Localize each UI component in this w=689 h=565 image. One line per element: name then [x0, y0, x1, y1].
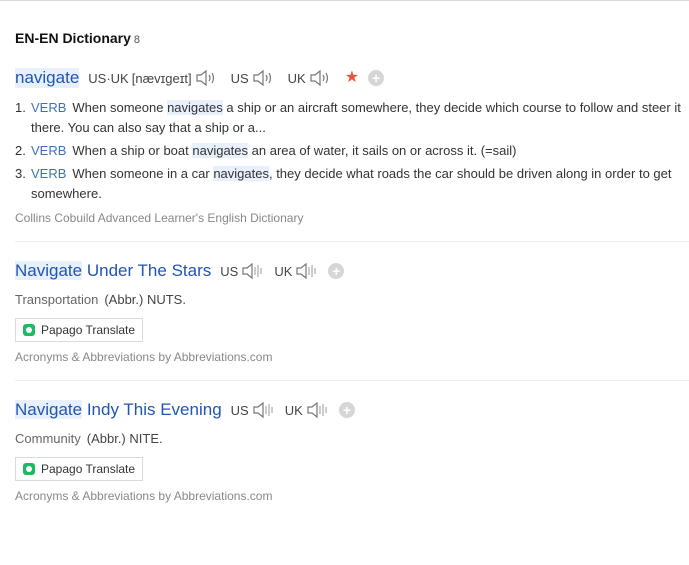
entry-navigate-indy-this-evening-header: Navigate Indy This Evening US UK +	[15, 400, 355, 420]
pronunciation-uk: UK	[285, 69, 333, 87]
headword-rest: Under The Stars	[82, 261, 212, 280]
sense-item: 3. VERB When someone in a car navigates, …	[15, 164, 689, 204]
highlighted-term: navigates	[192, 143, 249, 158]
headword-highlight: Navigate	[15, 261, 83, 280]
sense-definition: VERB When someone in a car navigates, the…	[31, 164, 689, 204]
entry-navigate-under-the-stars-header: Navigate Under The Stars US UK +	[15, 261, 345, 281]
pronunciation-us: US	[220, 262, 265, 280]
headword-navigate[interactable]: navigate	[15, 68, 80, 88]
part-of-speech: VERB	[31, 143, 67, 158]
uk-label: UK	[287, 70, 306, 86]
definition-text: an area of water, it sails on or across …	[248, 143, 517, 158]
papago-icon	[23, 324, 35, 336]
sense-number: 3.	[15, 166, 26, 181]
papago-translate-button[interactable]: Papago Translate	[15, 457, 143, 481]
us-label: US	[230, 402, 249, 418]
pron-label: US·UK	[88, 70, 129, 86]
source-attribution[interactable]: Acronyms & Abbreviations by Abbreviation…	[15, 489, 272, 503]
abbreviation: (Abbr.) NITE.	[86, 431, 163, 446]
us-label: US	[220, 263, 239, 279]
category-line: Community (Abbr.) NITE.	[15, 431, 163, 446]
definition-text: When someone in a car	[72, 166, 214, 181]
add-wordbook-icon[interactable]: +	[328, 263, 345, 279]
pronunciation-us-uk: US·UK [nævɪgeɪt]	[88, 69, 218, 87]
papago-translate-button[interactable]: Papago Translate	[15, 318, 143, 342]
sense-list: 1. VERB When someone navigates a ship or …	[15, 98, 689, 207]
source-attribution[interactable]: Acronyms & Abbreviations by Abbreviation…	[15, 350, 272, 364]
headword-highlight: Navigate	[15, 400, 83, 419]
entry-navigate-header: navigate US·UK [nævɪgeɪt] US UK ★ +	[15, 68, 385, 88]
definition-text: When a ship or boat	[72, 143, 193, 158]
category-label: Transportation	[15, 292, 99, 307]
speaker-icon[interactable]	[252, 69, 276, 87]
source-attribution[interactable]: Collins Cobuild Advanced Learner's Engli…	[15, 211, 303, 225]
definition-text: When someone	[72, 100, 168, 115]
papago-label: Papago Translate	[41, 462, 136, 476]
speaker-icon[interactable]	[309, 69, 333, 87]
speaker-icon[interactable]	[306, 401, 330, 419]
speaker-icon[interactable]	[241, 262, 265, 280]
top-divider	[0, 0, 689, 1]
sense-item: 1. VERB When someone navigates a ship or …	[15, 98, 689, 138]
sense-item: 2. VERB When a ship or boat navigates an …	[15, 141, 689, 161]
abbreviation: (Abbr.) NUTS.	[104, 292, 186, 307]
category-line: Transportation (Abbr.) NUTS.	[15, 292, 186, 307]
papago-label: Papago Translate	[41, 323, 136, 337]
highlighted-term: navigates	[213, 166, 269, 181]
ipa-text: [nævɪgeɪt]	[131, 70, 192, 86]
pronunciation-us: US	[228, 69, 276, 87]
category-label: Community	[15, 431, 81, 446]
pronunciation-uk: UK	[274, 262, 319, 280]
pronunciation-uk: UK	[285, 401, 330, 419]
dictionary-heading: EN-EN Dictionary 8	[15, 30, 140, 46]
headword-link[interactable]: Navigate Indy This Evening	[15, 400, 222, 420]
sense-number: 2.	[15, 143, 26, 158]
part-of-speech: VERB	[31, 166, 67, 181]
sense-definition: VERB When someone navigates a ship or an …	[31, 98, 689, 138]
speaker-icon[interactable]	[195, 69, 219, 87]
papago-icon	[23, 463, 35, 475]
add-wordbook-icon[interactable]: +	[338, 402, 355, 418]
star-icon[interactable]: ★	[345, 70, 359, 86]
pronunciation-us: US	[231, 401, 276, 419]
uk-label: UK	[274, 263, 293, 279]
sense-definition: VERB When a ship or boat navigates an are…	[31, 141, 689, 161]
entry-divider	[15, 241, 689, 242]
sense-number: 1.	[15, 100, 26, 115]
us-label: US	[230, 70, 249, 86]
speaker-icon[interactable]	[295, 262, 319, 280]
uk-label: UK	[284, 402, 303, 418]
add-wordbook-icon[interactable]: +	[368, 70, 385, 86]
highlighted-term: navigates	[167, 100, 223, 115]
entry-divider	[15, 380, 689, 381]
speaker-icon[interactable]	[252, 401, 276, 419]
dictionary-title: EN-EN Dictionary	[15, 30, 131, 46]
result-count: 8	[133, 34, 141, 46]
headword-link[interactable]: Navigate Under The Stars	[15, 261, 211, 281]
headword-rest: Indy This Evening	[82, 400, 222, 419]
part-of-speech: VERB	[31, 100, 67, 115]
